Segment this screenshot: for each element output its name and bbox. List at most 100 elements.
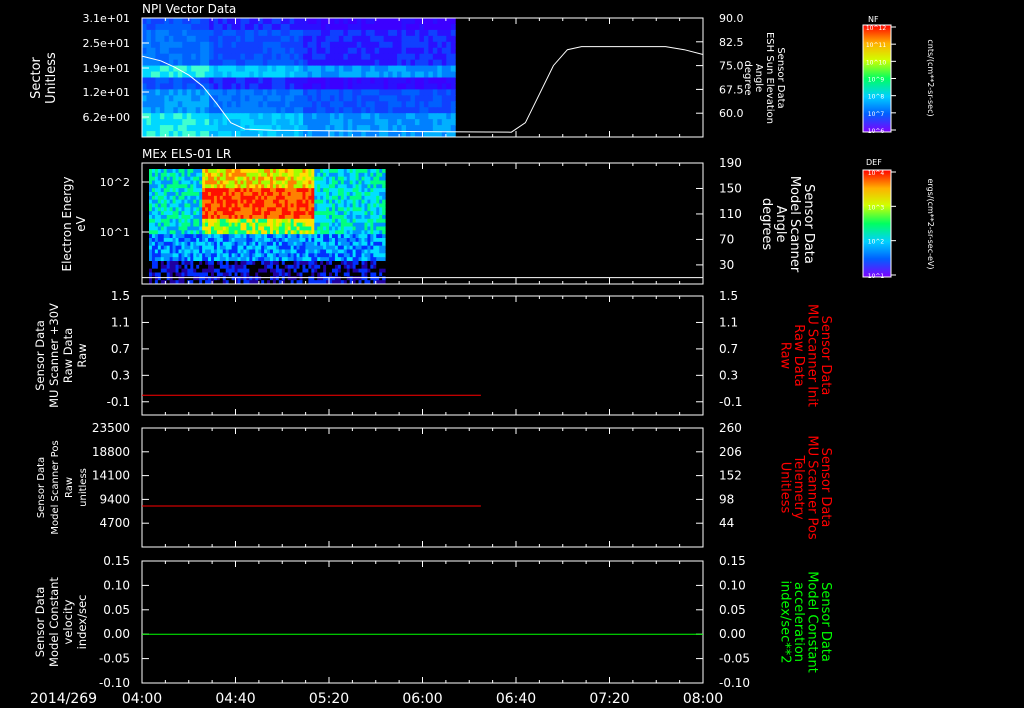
heatmap-cell: [154, 195, 159, 201]
heatmap-cell: [240, 222, 244, 227]
heatmap-cell: [334, 176, 339, 181]
heatmap-cell: [329, 188, 333, 193]
heatmap-cell: [432, 101, 438, 108]
heatmap-cell: [419, 18, 425, 25]
heatmap-cell: [307, 47, 313, 55]
heatmap-cell: [255, 245, 259, 250]
heatmap-cell: [293, 276, 298, 281]
heatmap-cell: [249, 257, 253, 262]
right-ylabel-line: Raw: [778, 342, 793, 370]
heatmap-cell: [244, 101, 250, 108]
heatmap-cell: [222, 203, 227, 208]
heatmap-cell: [314, 264, 318, 270]
heatmap-cell: [361, 176, 365, 181]
heatmap-cell: [172, 238, 177, 243]
heatmap-cell: [278, 215, 283, 220]
heatmap-cell: [373, 188, 377, 193]
heatmap-cell: [244, 59, 250, 67]
heatmap-cell: [186, 65, 192, 73]
heatmap-cell: [358, 238, 362, 243]
heatmap-cell: [228, 222, 233, 227]
heatmap-cell: [419, 107, 425, 114]
heatmap-cell: [222, 65, 228, 73]
heatmap-cell: [182, 29, 188, 37]
heatmap-cell: [367, 172, 371, 178]
heatmap-cell: [376, 257, 380, 262]
heatmap-cell: [308, 253, 312, 258]
heatmap-cell: [275, 261, 280, 266]
heatmap-cell: [302, 169, 306, 174]
heatmap-cell: [352, 253, 357, 258]
heatmap-cell: [200, 23, 206, 31]
heatmap-cell: [392, 35, 398, 43]
heatmap-cell: [234, 172, 239, 178]
heatmap-cell: [231, 53, 237, 61]
heatmap-cell: [287, 211, 292, 216]
heatmap-cell: [383, 35, 389, 43]
heatmap-cell: [244, 113, 250, 120]
heatmap-cell: [329, 238, 333, 243]
spectrogram-stack: NPI Vector Data 3.1e+012.5e+011.9e+011.2…: [29, 2, 935, 707]
heatmap-cell: [432, 95, 438, 102]
heatmap-cell: [290, 199, 295, 204]
heatmap-cell: [222, 218, 227, 224]
heatmap-cell: [173, 119, 179, 126]
heatmap-cell: [361, 59, 367, 67]
heatmap-cell: [243, 276, 247, 281]
heatmap-cell: [367, 222, 371, 227]
heatmap-cell: [177, 107, 183, 114]
heatmap-cell: [267, 113, 273, 120]
heatmap-cell: [163, 253, 168, 258]
heatmap-cell: [278, 241, 283, 247]
heatmap-cell: [428, 47, 434, 55]
heatmap-cell: [326, 172, 330, 178]
heatmap-cell: [278, 176, 283, 181]
heatmap-cell: [364, 203, 368, 208]
heatmap-cell: [191, 89, 197, 96]
heatmap-cell: [244, 29, 250, 37]
heatmap-cell: [312, 95, 318, 102]
y-tick-label: 60.0: [719, 107, 744, 120]
heatmap-cell: [258, 71, 264, 78]
heatmap-cell: [284, 261, 289, 266]
heatmap-cell: [364, 218, 368, 224]
panel-els-title: MEx ELS-01 LR: [142, 147, 231, 161]
y-tick-label: 206: [719, 445, 742, 459]
heatmap-cell: [164, 35, 170, 43]
heatmap-cell: [299, 172, 303, 178]
heatmap-cell: [159, 23, 165, 31]
heatmap-cell: [234, 245, 239, 250]
heatmap-cell: [150, 125, 156, 132]
heatmap-cell: [329, 257, 333, 262]
heatmap-cell: [208, 195, 212, 201]
heatmap-cell: [205, 192, 209, 197]
line-panel-3: 235001880014100940047002602061529844Sens…: [36, 421, 833, 548]
heatmap-cell: [323, 245, 327, 250]
heatmap-cell: [373, 211, 377, 216]
heatmap-cell: [182, 59, 188, 67]
heatmap-cell: [213, 257, 218, 262]
heatmap-cell: [210, 264, 215, 270]
heatmap-cell: [193, 199, 197, 204]
heatmap-cell: [208, 215, 212, 220]
heatmap-cell: [446, 101, 452, 108]
heatmap-cell: [376, 226, 380, 231]
heatmap-cell: [213, 245, 218, 250]
heatmap-cell: [364, 253, 368, 258]
heatmap-cell: [337, 241, 342, 247]
heatmap-cell: [210, 184, 215, 189]
heatmap-cell: [225, 176, 230, 181]
heatmap-cell: [293, 215, 298, 220]
heatmap-cell: [249, 238, 253, 243]
heatmap-cell: [204, 107, 210, 114]
heatmap-cell: [157, 276, 162, 281]
heatmap-cell: [373, 249, 377, 254]
heatmap-cell: [275, 245, 280, 250]
heatmap-cell: [346, 195, 351, 201]
heatmap-cell: [208, 230, 212, 235]
y-tick-label: 18800: [92, 445, 130, 459]
y-tick-label: 110: [719, 207, 742, 221]
heatmap-cell: [343, 119, 349, 126]
heatmap-cell: [352, 195, 357, 201]
heatmap-cell: [159, 71, 165, 78]
